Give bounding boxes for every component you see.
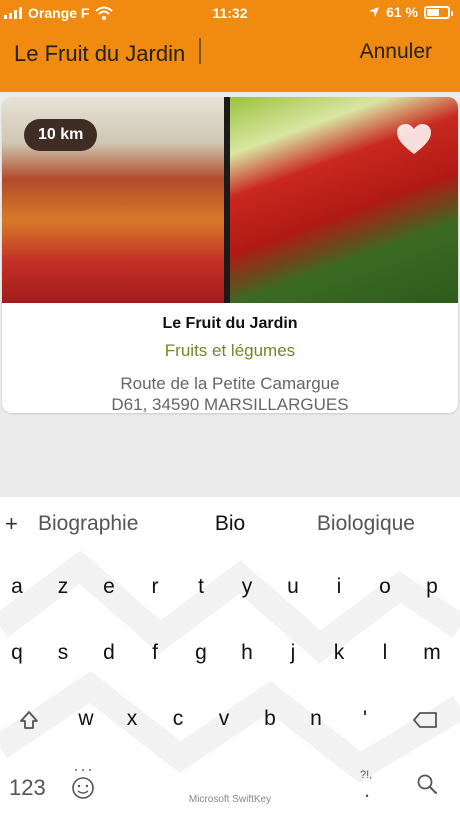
key-r[interactable]: r [135, 565, 175, 609]
key-x[interactable]: x [112, 697, 152, 741]
key-j[interactable]: j [273, 631, 313, 675]
key-f[interactable]: f [135, 631, 175, 675]
key-s[interactable]: s [43, 631, 83, 675]
suggestion-3[interactable]: Biologique [317, 512, 415, 536]
distance-badge: 10 km [24, 119, 98, 151]
period-key[interactable]: . [364, 777, 370, 803]
key-apostrophe[interactable]: ' [345, 697, 385, 741]
suggestion-bar: + Biographie Bio Biologique [0, 497, 460, 547]
key-a[interactable]: a [0, 565, 37, 609]
key-m[interactable]: m [412, 631, 452, 675]
search-input[interactable] [14, 36, 334, 72]
key-l[interactable]: l [365, 631, 405, 675]
key-z[interactable]: z [43, 565, 83, 609]
favorite-heart-icon[interactable] [396, 123, 432, 155]
key-g[interactable]: g [181, 631, 221, 675]
battery-fill [427, 8, 439, 16]
key-n[interactable]: n [296, 697, 336, 741]
top-bar: Orange F 11:32 61 % Annuler [0, 0, 460, 92]
key-c[interactable]: c [158, 697, 198, 741]
key-y[interactable]: y [227, 565, 267, 609]
result-card[interactable]: 10 km Le Fruit du Jardin Fruits et légum… [2, 97, 458, 413]
suggestion-1[interactable]: Biographie [38, 512, 138, 536]
key-p[interactable]: p [412, 565, 452, 609]
address-line-1: Route de la Petite Camargue [120, 374, 340, 393]
key-d[interactable]: d [89, 631, 129, 675]
key-b[interactable]: b [250, 697, 290, 741]
key-i[interactable]: i [319, 565, 359, 609]
key-e[interactable]: e [89, 565, 129, 609]
backspace-key-icon[interactable] [412, 711, 438, 729]
battery-percent: 61 % [386, 4, 418, 20]
key-u[interactable]: u [273, 565, 313, 609]
shop-photo: 10 km [2, 97, 458, 303]
key-k[interactable]: k [319, 631, 359, 675]
key-t[interactable]: t [181, 565, 221, 609]
status-bar: Orange F 11:32 61 % [0, 0, 460, 26]
battery-icon [424, 5, 453, 19]
status-right: 61 % [368, 4, 453, 20]
location-arrow-icon [369, 7, 380, 17]
cancel-button[interactable]: Annuler [360, 40, 432, 64]
shop-address: Route de la Petite Camargue D61, 34590 M… [2, 373, 458, 413]
keyboard: + Biographie Bio Biologique a z e r t y … [0, 497, 460, 818]
key-h[interactable]: h [227, 631, 267, 675]
key-w[interactable]: w [66, 697, 106, 741]
key-v[interactable]: v [204, 697, 244, 741]
key-q[interactable]: q [0, 631, 37, 675]
suggestion-2[interactable]: Bio [215, 512, 245, 535]
suggestion-expand-button[interactable]: + [5, 511, 18, 537]
key-o[interactable]: o [365, 565, 405, 609]
shop-category: Fruits et légumes [164, 341, 296, 360]
shop-name: Le Fruit du Jardin [162, 315, 298, 332]
keyboard-brand-label: Microsoft SwiftKey [188, 794, 272, 805]
text-cursor [199, 38, 201, 64]
address-line-2: D61, 34590 MARSILLARGUES [111, 395, 349, 413]
search-key-icon[interactable] [416, 773, 438, 795]
shift-key-icon[interactable] [18, 709, 40, 731]
